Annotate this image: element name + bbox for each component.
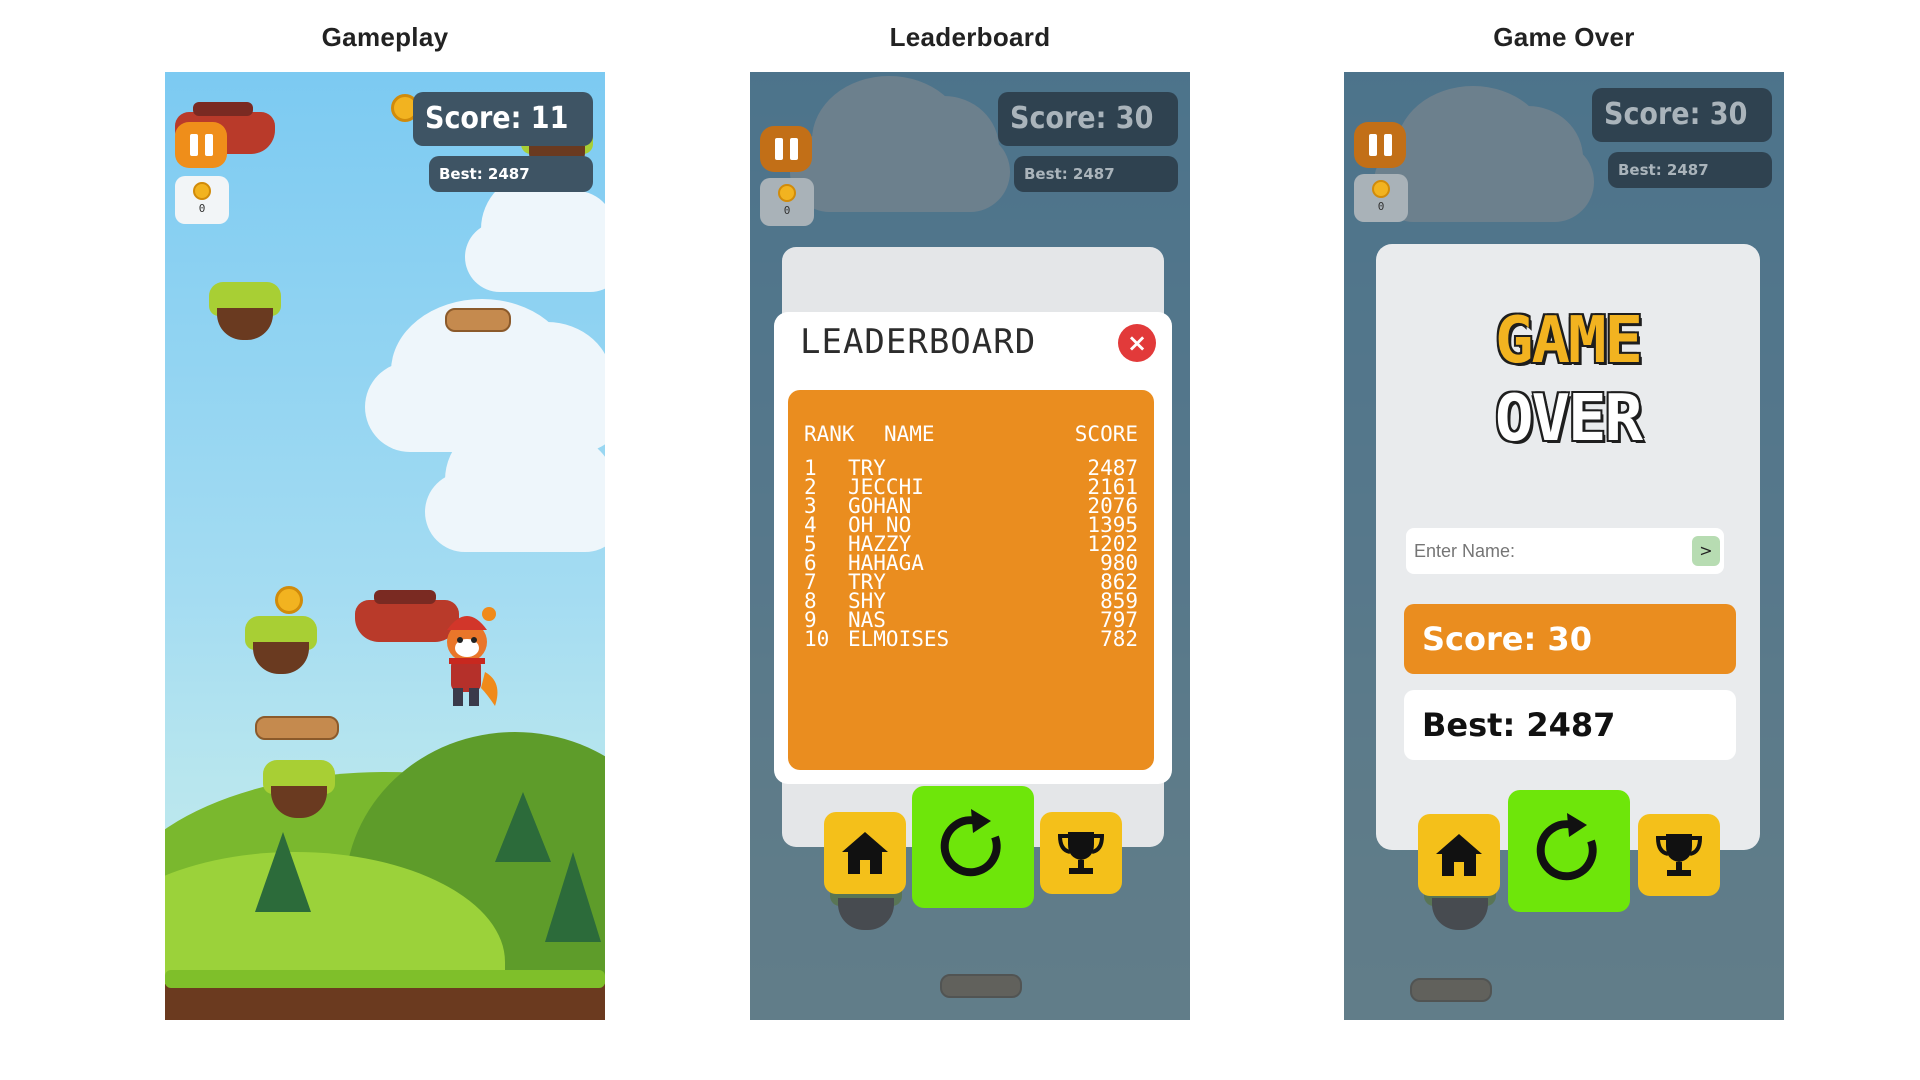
grass-platform bbox=[245, 616, 317, 676]
home-button[interactable] bbox=[824, 812, 906, 894]
restart-button[interactable] bbox=[1508, 790, 1630, 912]
column-header-score: SCORE bbox=[1074, 422, 1138, 446]
pause-button[interactable] bbox=[760, 126, 812, 172]
cloud bbox=[425, 416, 605, 552]
game-over-title-line1: GAME bbox=[1494, 304, 1643, 378]
home-button[interactable] bbox=[1418, 814, 1500, 896]
fox-character bbox=[437, 602, 503, 712]
restart-icon bbox=[940, 809, 1001, 877]
best-score-display: Best: 2487 bbox=[1608, 152, 1772, 188]
restart-icon bbox=[1536, 813, 1597, 881]
pine-tree bbox=[495, 792, 551, 862]
log-platform bbox=[255, 716, 339, 740]
caption-gameplay: Gameplay bbox=[321, 22, 449, 52]
leaderboard-screen: 0 Score: 30 Best: 2487 LEADERBOARD × RAN… bbox=[750, 72, 1190, 1020]
trophy-button[interactable] bbox=[1638, 814, 1720, 896]
best-score-display: Best: 2487 bbox=[429, 156, 593, 192]
pause-button[interactable] bbox=[175, 122, 227, 168]
pause-icon bbox=[1383, 134, 1392, 156]
restart-button[interactable] bbox=[912, 786, 1034, 908]
score-display: Score: 30 bbox=[1592, 88, 1772, 142]
close-button[interactable]: × bbox=[1118, 324, 1156, 362]
rank-cell: 10 bbox=[804, 627, 830, 651]
home-icon bbox=[842, 832, 888, 874]
leaderboard-title: LEADERBOARD bbox=[800, 322, 1037, 362]
ground bbox=[165, 970, 605, 1020]
trophy-icon bbox=[1057, 832, 1105, 874]
coin-count: 0 bbox=[198, 202, 206, 215]
coin-icon bbox=[1372, 180, 1390, 198]
leaderboard-table: RANK NAME SCORE 1 TRY 2487 2 JECCHI 2161 3 GO… bbox=[788, 390, 1154, 770]
home-icon bbox=[1436, 834, 1482, 876]
submit-name-button[interactable]: > bbox=[1692, 536, 1720, 566]
coin-count: 0 bbox=[1377, 200, 1385, 213]
final-score: Score: 30 bbox=[1404, 604, 1736, 674]
column-header-rank: RANK bbox=[804, 422, 855, 446]
score-display: Score: 30 bbox=[998, 92, 1178, 146]
pause-icon bbox=[1368, 134, 1377, 156]
trophy-icon bbox=[1655, 834, 1703, 876]
log-platform bbox=[445, 308, 511, 332]
table-row: 10 ELMOISES 782 bbox=[788, 627, 1154, 651]
coin-counter: 0 bbox=[1354, 174, 1408, 222]
coin-counter: 0 bbox=[760, 178, 814, 226]
grass-platform bbox=[263, 760, 335, 820]
coin-counter: 0 bbox=[175, 176, 229, 224]
gameplay-screen: 0 Score: 11 Best: 2487 bbox=[165, 72, 605, 1020]
pause-icon bbox=[204, 134, 213, 156]
coin-icon bbox=[275, 586, 303, 614]
best-score-display: Best: 2487 bbox=[1014, 156, 1178, 192]
pause-icon bbox=[789, 138, 798, 160]
send-icon: > bbox=[1699, 541, 1713, 560]
close-icon: × bbox=[1126, 329, 1148, 357]
column-header-name: NAME bbox=[884, 422, 935, 446]
pause-button[interactable] bbox=[1354, 122, 1406, 168]
game-over-panel: GAME OVER > Score: 30 Best: 2487 bbox=[1376, 244, 1760, 850]
leaderboard-card: LEADERBOARD × RANK NAME SCORE 1 TRY 2487 2… bbox=[774, 312, 1172, 784]
score-cell: 782 bbox=[1100, 627, 1138, 651]
pine-tree bbox=[255, 832, 311, 912]
pause-icon bbox=[774, 138, 783, 160]
pine-tree bbox=[545, 852, 601, 942]
coin-icon bbox=[193, 182, 211, 200]
cloud bbox=[465, 173, 605, 292]
score-display: Score: 11 bbox=[413, 92, 593, 146]
game-over-title-line2: OVER bbox=[1494, 382, 1643, 456]
caption-leaderboard: Leaderboard bbox=[889, 22, 1051, 52]
grass-platform bbox=[209, 282, 281, 342]
coin-count: 0 bbox=[783, 204, 791, 217]
name-input[interactable] bbox=[1406, 528, 1724, 574]
coin-icon bbox=[778, 184, 796, 202]
pause-icon bbox=[189, 134, 198, 156]
trophy-button[interactable] bbox=[1040, 812, 1122, 894]
game-over-screen: 0 Score: 30 Best: 2487 GAME OVER > Score… bbox=[1344, 72, 1784, 1020]
caption-game-over: Game Over bbox=[1493, 22, 1635, 52]
name-cell: ELMOISES bbox=[848, 627, 950, 651]
best-score: Best: 2487 bbox=[1404, 690, 1736, 760]
